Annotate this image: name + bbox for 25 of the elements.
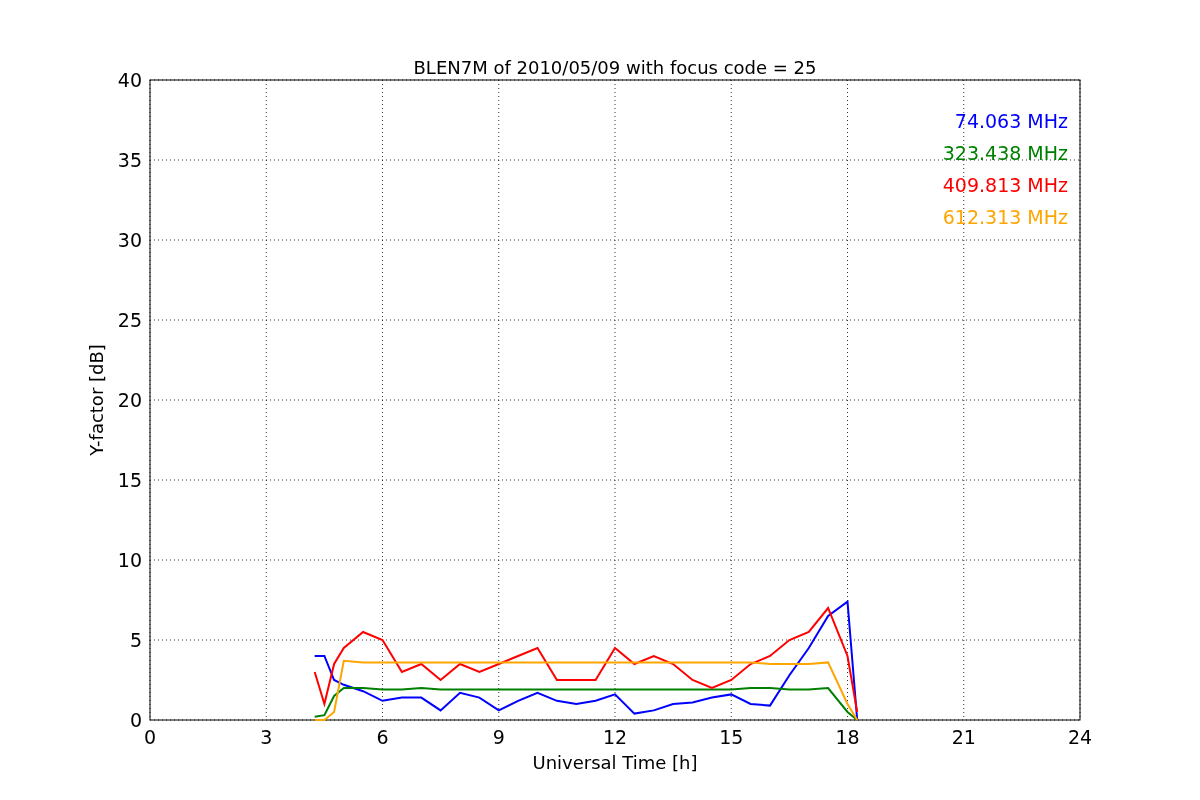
tick-label: 40 (117, 69, 142, 91)
tick-label: 15 (117, 469, 142, 491)
tick-label: 5 (129, 629, 142, 651)
tick-label: 21 (951, 726, 976, 748)
tick-label: 9 (492, 726, 505, 748)
tick-label: 25 (117, 309, 142, 331)
tick-label: 0 (143, 726, 157, 748)
x-axis-label: Universal Time [h] (532, 752, 698, 773)
tick-label: 24 (1067, 726, 1093, 748)
tick-label: 15 (719, 726, 744, 748)
tick-label: 3 (260, 726, 273, 748)
tick-label: 0 (129, 709, 142, 731)
tick-label: 12 (602, 726, 628, 748)
legend-label: 323.438 MHz (942, 142, 1068, 164)
tick-label: 18 (835, 726, 860, 748)
tick-label: 6 (376, 726, 389, 748)
tick-label: 30 (117, 229, 142, 251)
tick-label: 20 (117, 389, 142, 411)
y-axis-label: Y-factor [dB] (86, 344, 107, 456)
chart-title: BLEN7M of 2010/05/09 with focus code = 25 (413, 57, 817, 78)
tick-label: 10 (117, 549, 142, 571)
legend-label: 612.313 MHz (942, 206, 1068, 228)
tick-label: 35 (117, 149, 142, 171)
legend-label: 74.063 MHz (954, 110, 1068, 132)
legend-label: 409.813 MHz (942, 174, 1068, 196)
